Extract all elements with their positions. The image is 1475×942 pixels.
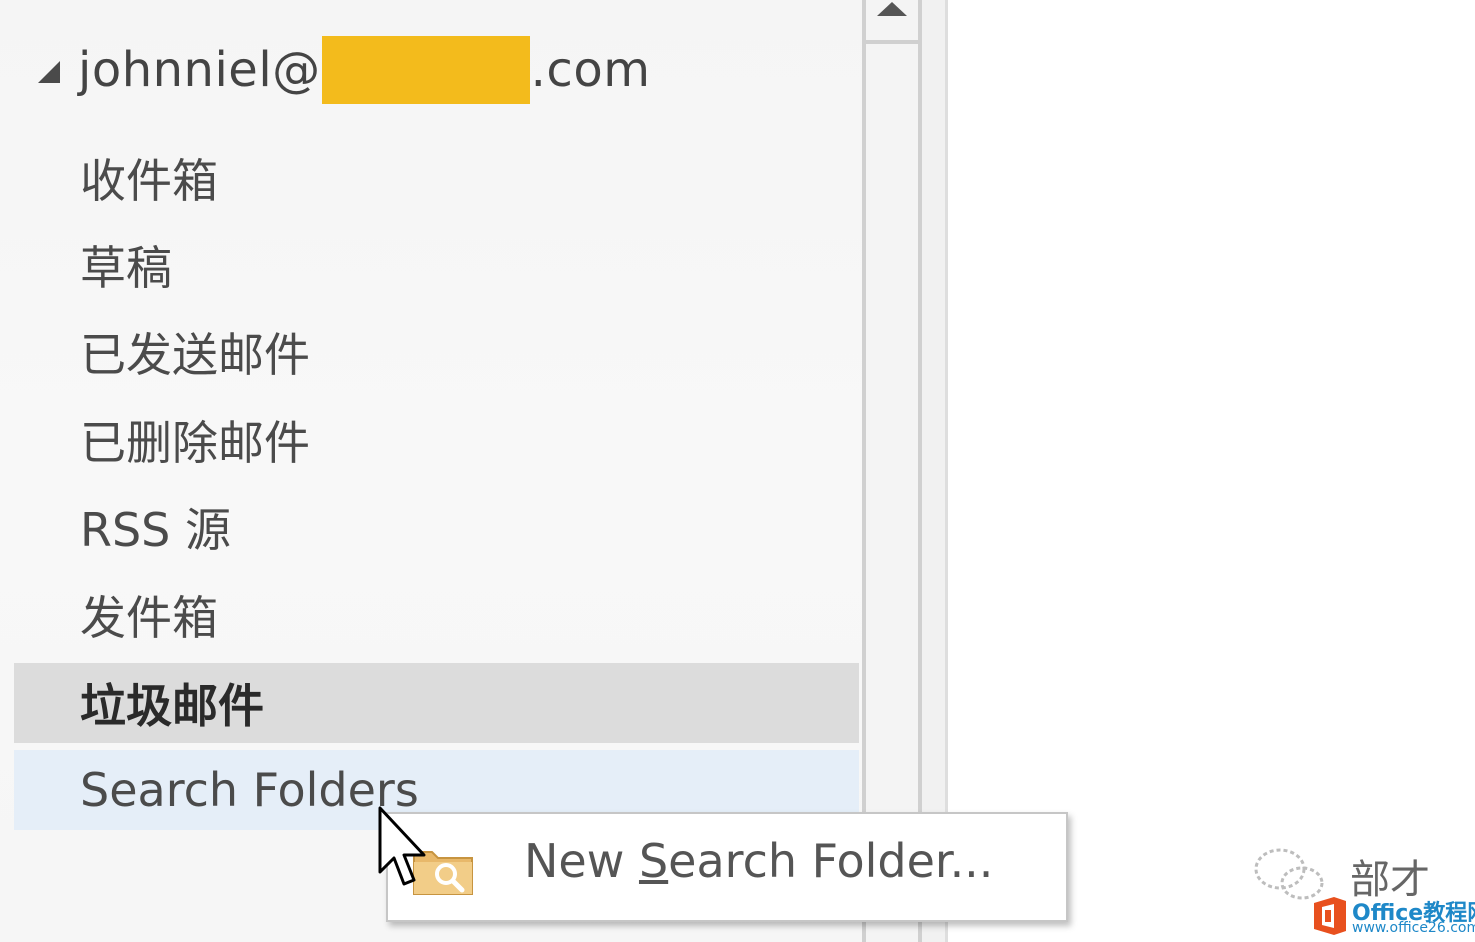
folder-label: Search Folders	[80, 763, 419, 817]
folder-label: 已删除邮件	[80, 416, 310, 470]
account-header[interactable]: johnniel@ .com	[30, 32, 650, 108]
folder-outbox[interactable]: 发件箱	[14, 575, 859, 655]
folder-sent[interactable]: 已发送邮件	[14, 312, 859, 392]
folder-label: 垃圾邮件	[80, 679, 264, 733]
scroll-up-arrow-icon	[877, 2, 907, 16]
watermark: 部才 Office教程网 www.office26.com	[1240, 845, 1475, 942]
folder-drafts[interactable]: 草稿	[14, 225, 859, 305]
folder-deleted[interactable]: 已删除邮件	[14, 400, 859, 480]
folder-label: 收件箱	[80, 154, 218, 208]
pane-divider[interactable]	[922, 0, 948, 942]
folder-pane-scrollbar[interactable]	[862, 0, 922, 942]
menu-label-rest: earch Folder...	[668, 834, 994, 888]
account-email: johnniel@ .com	[78, 36, 650, 104]
folder-inbox[interactable]: 收件箱	[14, 138, 859, 218]
expanded-triangle-icon[interactable]	[38, 61, 60, 83]
folder-pane: johnniel@ .com 收件箱 草稿 已发送邮件 已删除邮件 RSS 源 …	[0, 0, 862, 942]
menu-item-new-search-folder[interactable]: New Search Folder...	[388, 814, 1066, 920]
menu-label-prefix: New	[524, 834, 639, 888]
redaction-block	[321, 36, 530, 104]
account-email-suffix: .com	[530, 42, 651, 98]
scroll-up-button[interactable]	[866, 0, 918, 44]
folder-label: 发件箱	[80, 591, 218, 645]
folder-label: 已发送邮件	[80, 328, 310, 382]
menu-item-label: New Search Folder...	[524, 834, 993, 888]
folder-label: 草稿	[80, 241, 172, 295]
office-logo-icon	[1314, 897, 1346, 935]
menu-access-key: S	[638, 834, 669, 888]
folder-label: RSS 源	[80, 503, 231, 557]
account-email-prefix: johnniel@	[78, 42, 321, 98]
watermark-url: www.office26.com	[1352, 920, 1475, 936]
context-menu: New Search Folder...	[386, 812, 1068, 922]
mouse-pointer-icon	[378, 806, 426, 886]
folder-junk[interactable]: 垃圾邮件	[14, 663, 859, 743]
folder-rss[interactable]: RSS 源	[14, 487, 859, 567]
